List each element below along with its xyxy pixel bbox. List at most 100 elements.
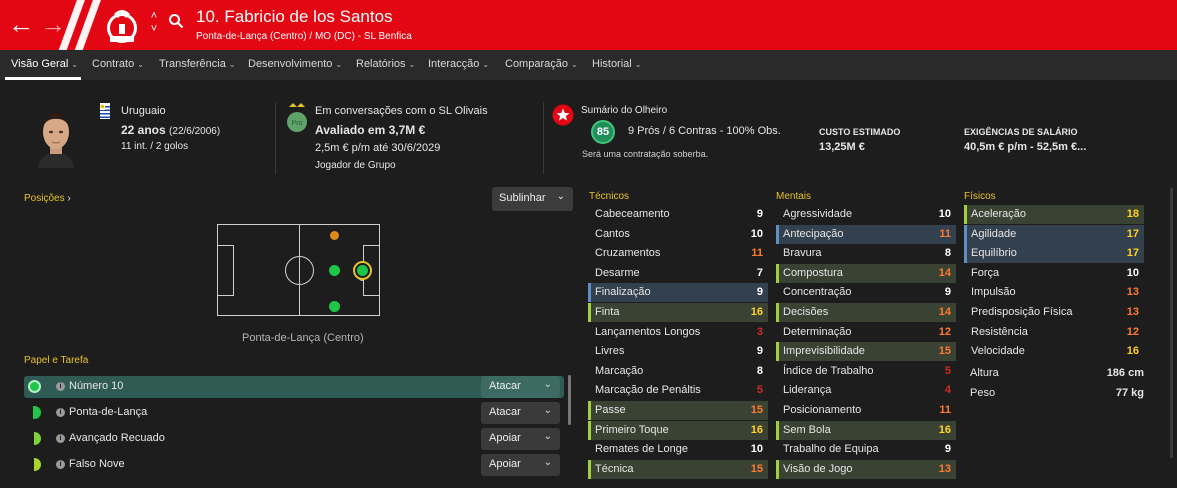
attribute-value: 9 <box>756 345 763 358</box>
tab-relatorios[interactable]: Relatórios ⌄ <box>356 58 415 70</box>
attribute-value: 16 <box>938 423 951 436</box>
duty-dropdown[interactable]: Atacar ⌄ <box>481 376 560 398</box>
forward-arrow-icon[interactable]: → <box>40 10 66 38</box>
attribute-name: Remates de Longe <box>595 443 688 456</box>
duty-dropdown[interactable]: Atacar ⌄ <box>481 402 560 424</box>
player-subtitle: Ponta-de-Lança (Centro) / MO (DC) - SL B… <box>196 31 412 42</box>
chevron-down-icon: ⌄ <box>482 60 490 69</box>
attribute-row[interactable]: Finalização 9 <box>588 283 768 303</box>
attribute-row[interactable]: Antecipação 11 <box>776 224 956 244</box>
uruguay-flag-icon <box>100 103 110 119</box>
attribute-row[interactable]: Índice de Trabalho 5 <box>776 362 956 381</box>
role-row[interactable]: i Ponta-de-Lança Atacar ⌄ <box>24 402 564 424</box>
attribute-row[interactable]: Liderança 4 <box>776 381 956 400</box>
tab-comparacao[interactable]: Comparação ⌄ <box>505 58 578 70</box>
attribute-row[interactable]: Trabalho de Equipa 9 <box>776 440 956 459</box>
attribute-row[interactable]: Marcação 8 <box>588 362 768 381</box>
attribute-value: 18 <box>1126 208 1139 220</box>
attribute-value: 10 <box>938 208 951 220</box>
role-row[interactable]: i Avançado Recuado Apoiar ⌄ <box>24 428 564 450</box>
roles-scrollbar[interactable] <box>568 375 571 425</box>
attribute-highlight-bar <box>964 244 967 264</box>
attribute-row[interactable]: Resistência 12 <box>964 323 1144 342</box>
attribute-value: 15 <box>750 462 763 475</box>
attribute-row[interactable]: Impulsão 13 <box>964 283 1144 302</box>
role-suitability-icon <box>28 432 41 445</box>
attribute-row[interactable]: Passe 15 <box>588 401 768 420</box>
attribute-value: 10 <box>750 227 763 240</box>
role-row[interactable]: i Número 10 Atacar ⌄ <box>24 376 564 398</box>
attribute-value: 4 <box>944 384 951 397</box>
attribute-row[interactable]: Bravura 8 <box>776 244 956 263</box>
tab-contrato[interactable]: Contrato ⌄ <box>92 58 144 70</box>
attribute-value: 12 <box>938 325 951 338</box>
club-crest-icon[interactable] <box>100 4 144 48</box>
attributes-scrollbar[interactable] <box>1170 188 1173 458</box>
physical-attributes-label: Físicos <box>964 191 996 202</box>
attribute-row[interactable]: Concentração 9 <box>776 283 956 302</box>
player-title: 10. Fabricio de los Santos <box>196 7 393 26</box>
attribute-row[interactable]: Equilíbrio 17 <box>964 244 1144 264</box>
attribute-row[interactable]: Marcação de Penáltis 5 <box>588 381 768 400</box>
back-arrow-icon[interactable]: ← <box>8 10 34 38</box>
attribute-row[interactable]: Velocidade 16 <box>964 342 1144 361</box>
role-suitability-icon <box>28 380 41 393</box>
attribute-row[interactable]: Desarme 7 <box>588 264 768 283</box>
attribute-row[interactable]: Agressividade 10 <box>776 205 956 224</box>
attribute-row[interactable]: Posicionamento 11 <box>776 401 956 420</box>
tab-interaccao[interactable]: Interacção ⌄ <box>428 58 489 70</box>
attribute-row[interactable]: Lançamentos Longos 3 <box>588 323 768 342</box>
attribute-value: 11 <box>751 247 763 260</box>
date-of-birth: (22/6/2006) <box>169 126 221 137</box>
attribute-name: Cantos <box>595 227 630 240</box>
attribute-row[interactable]: Decisões 14 <box>776 303 956 322</box>
attribute-name: Agilidade <box>971 227 1017 240</box>
duty-dropdown[interactable]: Apoiar ⌄ <box>481 428 560 450</box>
attribute-value: 5 <box>756 384 763 397</box>
attribute-row[interactable]: Visão de Jogo 13 <box>776 459 956 479</box>
attribute-row[interactable]: Determinação 12 <box>776 323 956 342</box>
positions-link[interactable]: Posições › <box>24 193 71 204</box>
attribute-row[interactable]: Finta 16 <box>588 303 768 322</box>
search-icon[interactable] <box>168 13 184 29</box>
attribute-row[interactable]: Primeiro Toque 16 <box>588 420 768 440</box>
attribute-row[interactable]: Sem Bola 16 <box>776 420 956 440</box>
attribute-name: Finta <box>595 306 620 318</box>
attribute-row[interactable]: Força 10 <box>964 264 1144 283</box>
chevron-down-icon: ⌄ <box>71 60 78 69</box>
tab-visao-geral[interactable]: Visão Geral ⌄ <box>11 58 78 70</box>
club-badge-icon[interactable]: Pro <box>286 102 308 134</box>
attribute-name: Força <box>971 266 1000 279</box>
attribute-row[interactable]: Compostura 14 <box>776 263 956 283</box>
divider <box>275 102 276 174</box>
attribute-value: 9 <box>756 286 763 299</box>
info-icon[interactable]: i <box>56 460 65 469</box>
role-row[interactable]: i Falso Nove Apoiar ⌄ <box>24 454 564 476</box>
chevron-down-icon: ⌄ <box>634 60 642 69</box>
duty-dropdown[interactable]: Apoiar ⌄ <box>481 454 560 476</box>
player-age: 22 anos <box>121 123 166 137</box>
attribute-row[interactable]: Remates de Longe 10 <box>588 440 768 459</box>
attribute-row[interactable]: Aceleração 18 <box>964 205 1144 224</box>
attribute-row[interactable]: Técnica 15 <box>588 459 768 479</box>
tab-desenvolvimento[interactable]: Desenvolvimento ⌄ <box>248 58 342 70</box>
chevron-down-icon: ⌄ <box>570 60 578 69</box>
attribute-name: Técnica <box>595 462 634 475</box>
attribute-value: 5 <box>944 364 951 377</box>
info-icon[interactable]: i <box>56 382 65 391</box>
attribute-row[interactable]: Predisposição Física 13 <box>964 303 1144 322</box>
attribute-row[interactable]: Imprevisibilidade 15 <box>776 342 956 362</box>
tab-transferencia[interactable]: Transferência ⌄ <box>159 58 236 70</box>
tab-historial[interactable]: Historial ⌄ <box>592 58 641 70</box>
info-icon[interactable]: i <box>56 434 65 443</box>
contract-info: 2,5m € p/m até 30/6/2029 <box>315 142 441 154</box>
attribute-row[interactable]: Cantos 10 <box>588 225 768 244</box>
attribute-row[interactable]: Livres 9 <box>588 342 768 361</box>
attribute-row[interactable]: Agilidade 17 <box>964 224 1144 244</box>
highlight-dropdown[interactable]: Sublinhar ⌄ <box>492 187 573 211</box>
attribute-row[interactable]: Cruzamentos 11 <box>588 244 768 263</box>
info-icon[interactable]: i <box>56 408 65 417</box>
role-name: Ponta-de-Lança <box>69 406 148 418</box>
attribute-row[interactable]: Cabeceamento 9 <box>588 205 768 224</box>
player-cycle-chevrons-icon[interactable]: ˄ ˅ <box>148 10 160 36</box>
